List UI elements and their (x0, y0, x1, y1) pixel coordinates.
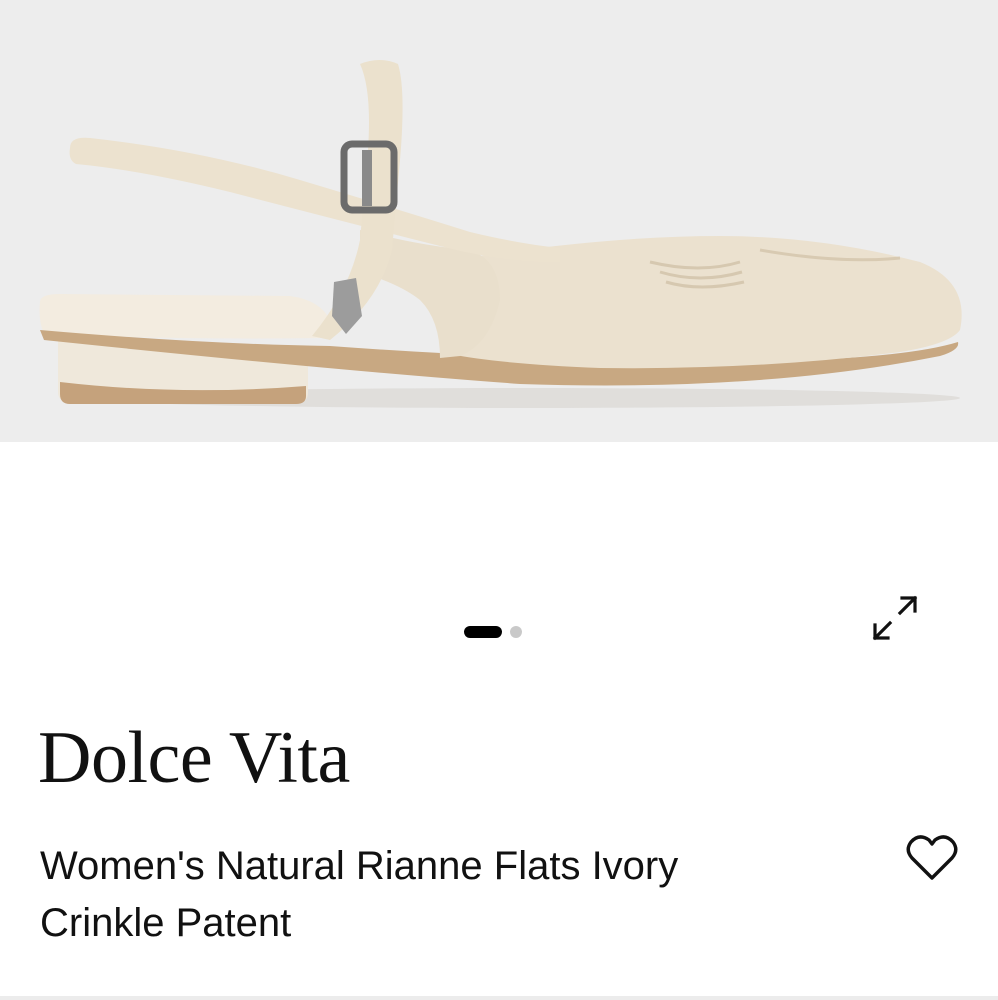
heart-outline-icon (906, 835, 958, 880)
divider (0, 996, 998, 1000)
carousel-dot-active[interactable] (464, 626, 502, 638)
brand-name[interactable]: Dolce Vita (38, 716, 350, 800)
product-title: Women's Natural Rianne Flats Ivory Crink… (40, 844, 679, 945)
carousel-dot[interactable] (510, 626, 522, 638)
product-detail-page: Dolce Vita Women's Natural Rianne Flats … (0, 0, 998, 1000)
shoe-illustration (0, 0, 998, 442)
expand-arrows-icon (872, 595, 918, 641)
favorite-button[interactable] (902, 828, 962, 888)
carousel-pagination (464, 626, 522, 638)
expand-image-button[interactable] (866, 590, 924, 646)
product-image[interactable] (0, 0, 998, 442)
